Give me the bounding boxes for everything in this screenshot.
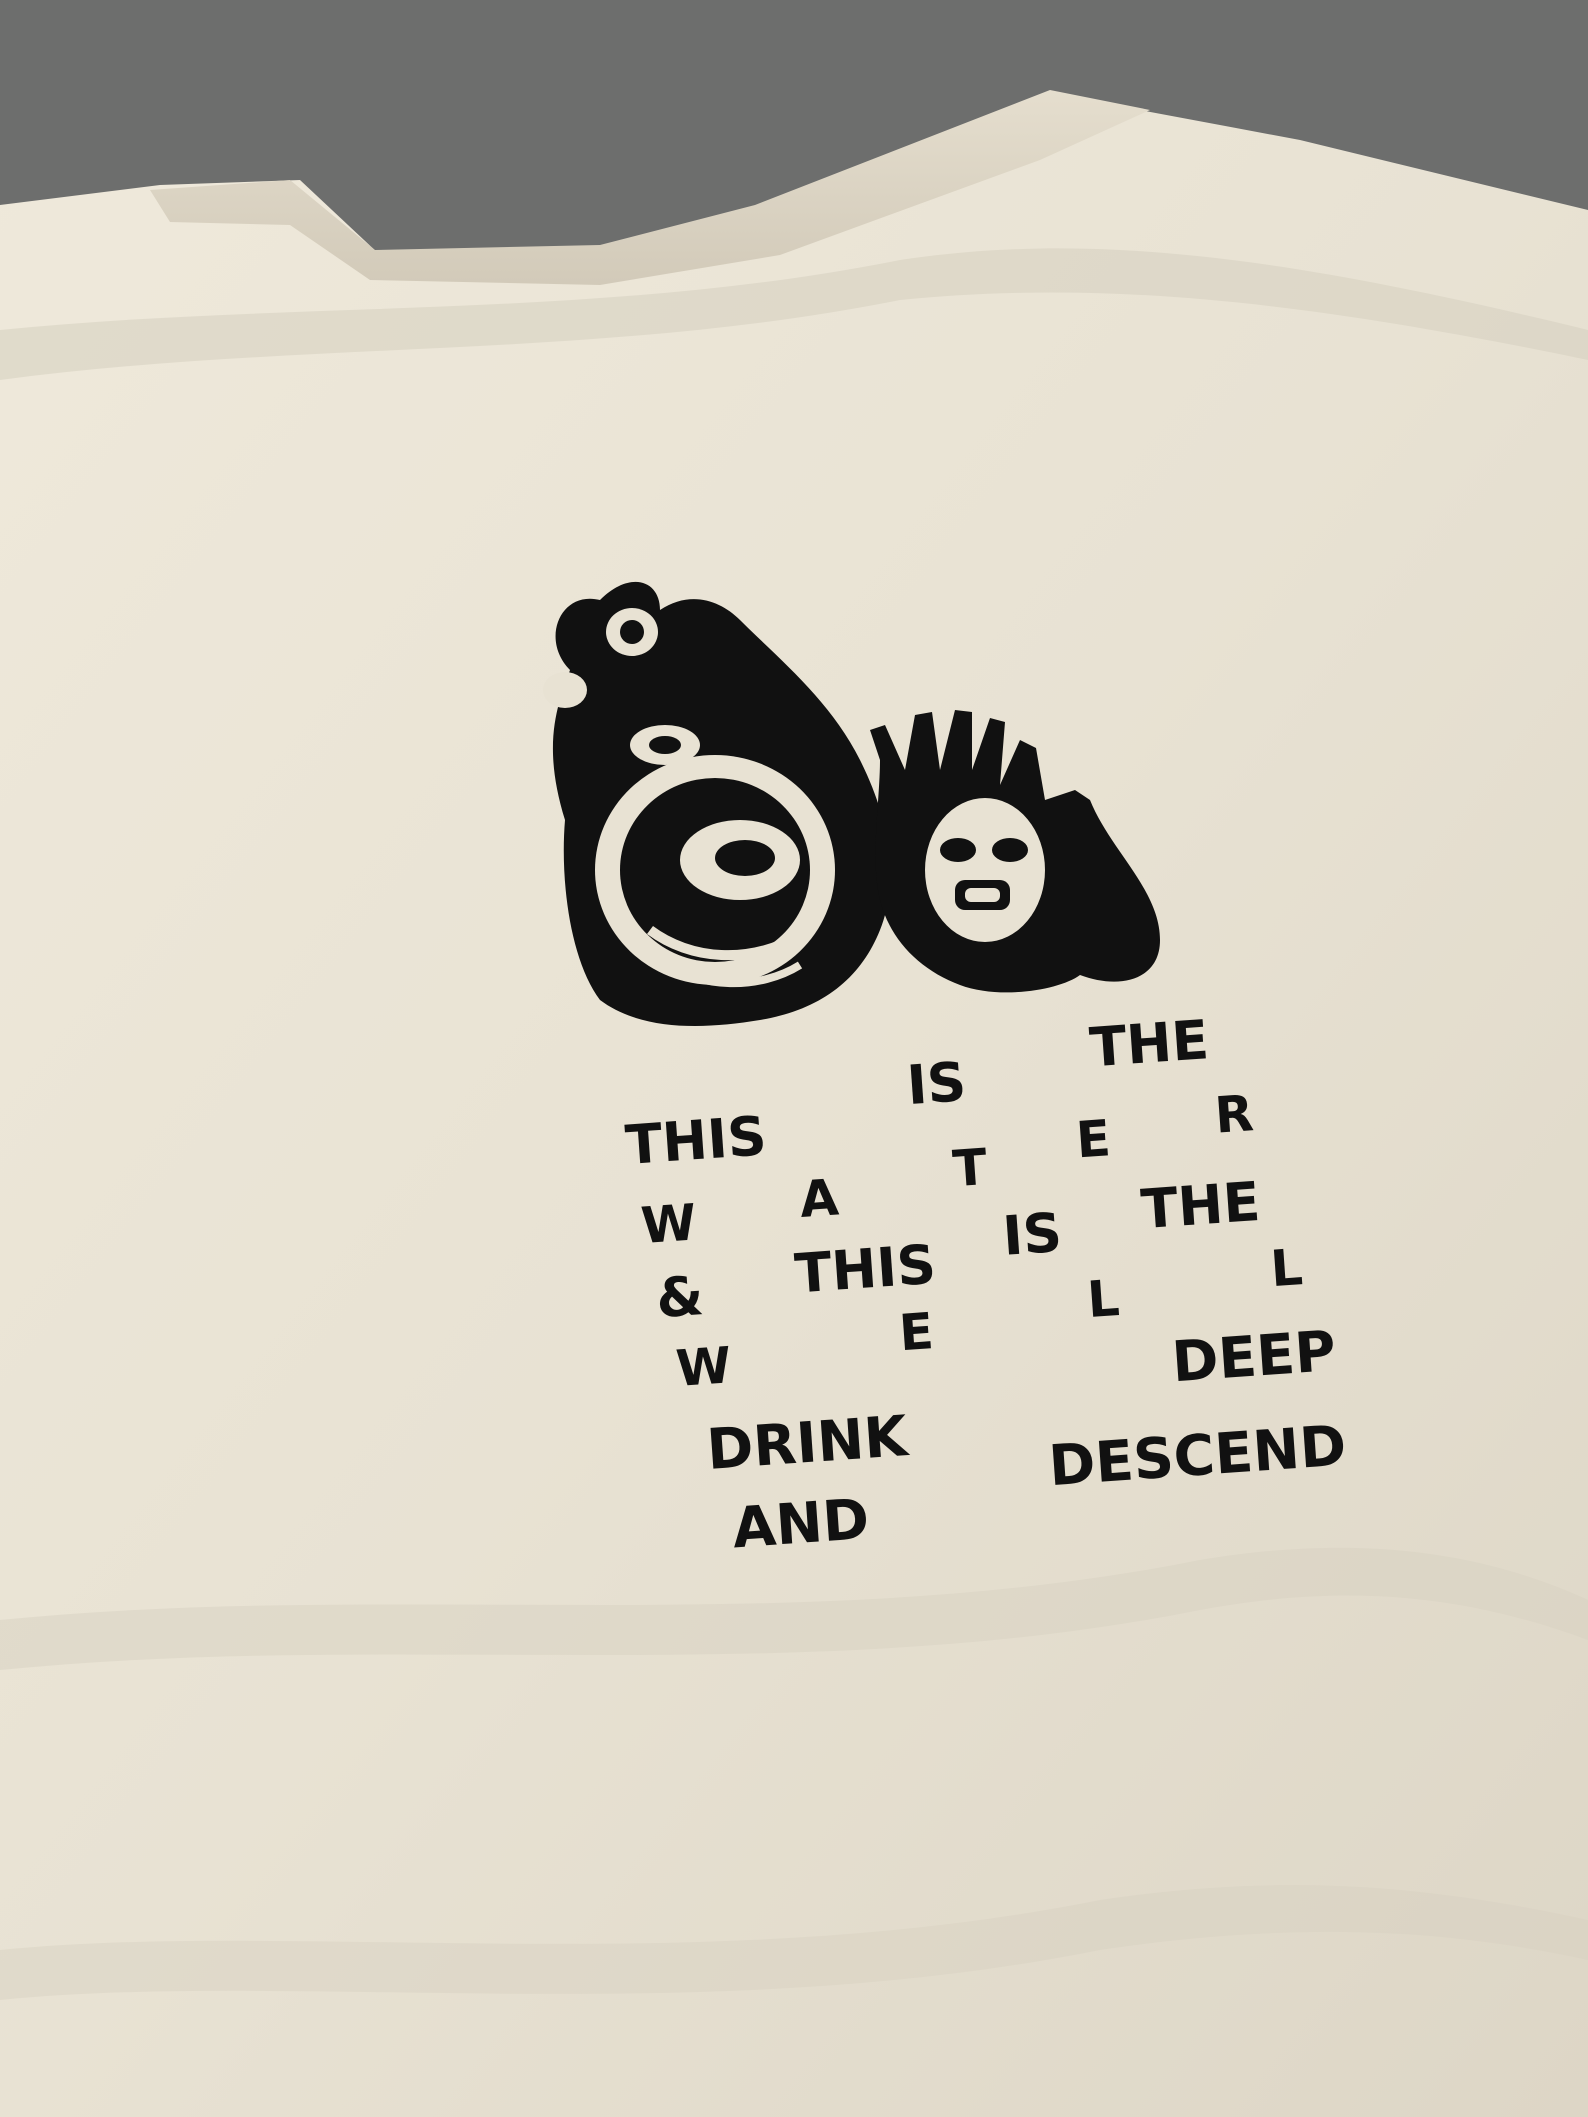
print-word: W: [674, 1336, 733, 1398]
print-word: IS: [905, 1050, 968, 1117]
print-word: E: [897, 1302, 935, 1362]
print-word: W: [639, 1193, 698, 1255]
print-word: A: [798, 1168, 841, 1229]
print-word: THE: [1088, 1008, 1211, 1079]
print-word: R: [1213, 1084, 1255, 1145]
print-word: THE: [1139, 1170, 1262, 1241]
print-word: IS: [1001, 1201, 1064, 1268]
print-word: T: [951, 1138, 989, 1198]
photo-scene: THIS IS THE W A T E R & THIS IS THE W E …: [0, 0, 1588, 2117]
print-word: THIS: [793, 1233, 938, 1306]
print-word: L: [1269, 1238, 1305, 1298]
print-word: THIS: [623, 1104, 768, 1177]
shirt-body: [0, 95, 1588, 2117]
print-word: AND: [730, 1487, 871, 1561]
print-word: L: [1085, 1269, 1121, 1329]
print-word: DEEP: [1170, 1319, 1338, 1395]
print-word: &: [654, 1264, 705, 1330]
photo-canvas: THIS IS THE W A T E R & THIS IS THE W E …: [0, 0, 1588, 2117]
print-word: E: [1074, 1109, 1112, 1169]
